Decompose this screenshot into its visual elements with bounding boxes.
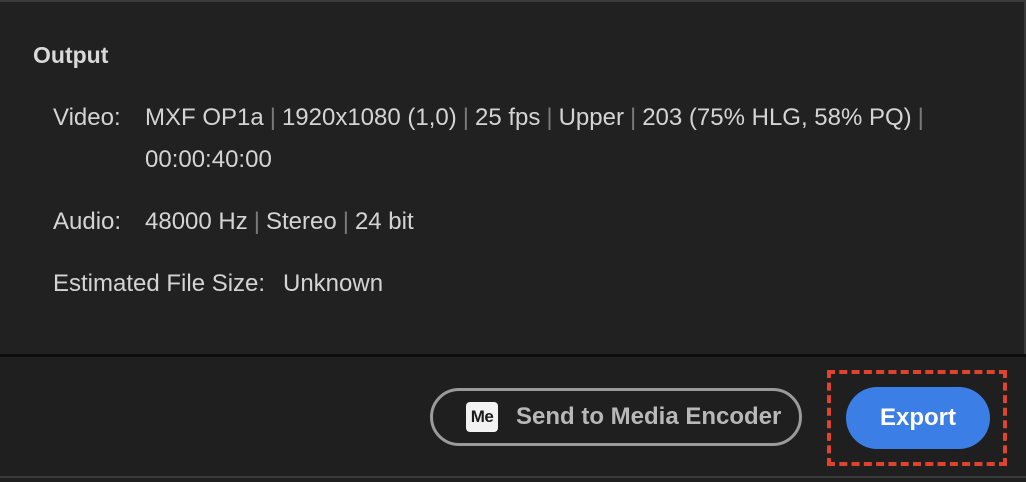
audio-summary-row: Audio: 48000 Hz | Stereo | 24 bit (53, 208, 414, 236)
output-panel: Output Video: MXF OP1a | 1920x1080 (1,0) | 25… (0, 2, 1026, 354)
file-size-row: Estimated File Size: Unknown (53, 270, 383, 298)
file-size-label: Estimated File Size: (53, 270, 266, 297)
file-size-value: Unknown (283, 270, 384, 297)
audio-bit-depth: 24 bit (354, 208, 414, 235)
video-field-order: Upper (558, 104, 624, 131)
video-duration-row: 00:00:40:00 (145, 146, 272, 174)
send-to-media-encoder-button[interactable]: Me Send to Media Encoder (430, 388, 802, 446)
separator: | (629, 104, 637, 131)
audio-sample-rate: 48000 Hz (145, 208, 248, 235)
video-codec-info: 203 (75% HLG, 58% PQ) (642, 104, 912, 131)
separator: | (342, 208, 349, 235)
export-label: Export (879, 404, 956, 431)
separator: | (253, 208, 260, 235)
separator: | (546, 104, 553, 131)
output-heading: Output (33, 42, 109, 68)
audio-channels: Stereo (265, 208, 337, 235)
separator: | (269, 104, 276, 131)
separator: | (917, 104, 924, 131)
bottom-border (0, 476, 1026, 478)
separator: | (462, 104, 469, 131)
audio-label: Audio: (53, 208, 122, 235)
export-button[interactable]: Export (846, 387, 990, 449)
video-format: MXF OP1a (145, 104, 264, 131)
video-duration: 00:00:40:00 (145, 146, 272, 173)
send-to-media-encoder-label: Send to Media Encoder (516, 403, 782, 430)
video-label: Video: (53, 104, 121, 131)
video-frame-rate: 25 fps (474, 104, 541, 131)
media-encoder-icon: Me (466, 402, 498, 432)
video-resolution: 1920x1080 (1,0) (281, 104, 457, 131)
video-summary-row: Video: MXF OP1a | 1920x1080 (1,0) | 25 fps | Up… (53, 104, 930, 132)
